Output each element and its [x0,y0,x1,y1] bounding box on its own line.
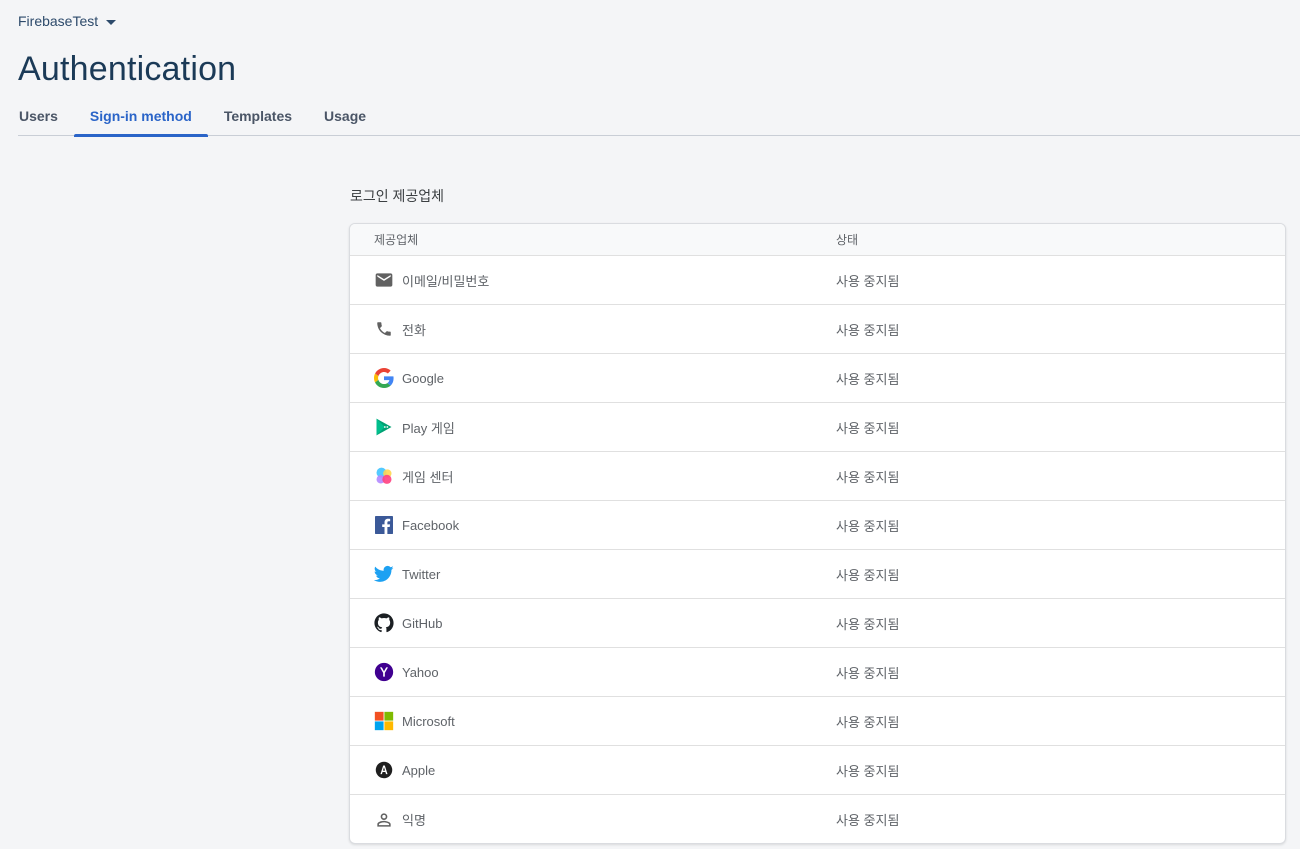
github-icon [374,613,394,633]
provider-name: 이메일/비밀번호 [402,273,490,289]
project-switcher[interactable]: FirebaseTest [18,13,117,29]
table-header: 제공업체 상태 [350,224,1285,256]
project-name: FirebaseTest [18,13,99,29]
provider-status: 사용 중지됨 [836,616,900,632]
email-icon [374,270,394,290]
tab-sign-in-method[interactable]: Sign-in method [73,100,208,137]
provider-row-facebook[interactable]: Facebook 사용 중지됨 [350,501,1285,550]
provider-row-apple[interactable]: Apple 사용 중지됨 [350,746,1285,795]
provider-status: 사용 중지됨 [836,322,900,338]
provider-name: GitHub [402,615,443,631]
tab-templates[interactable]: Templates [208,100,308,136]
provider-status: 사용 중지됨 [836,763,900,779]
provider-name: 익명 [402,813,426,828]
provider-status: 사용 중지됨 [836,714,900,730]
providers-table: 제공업체 상태 이메일/비밀번호 사용 중지됨 전화 사용 중지됨 Google… [349,223,1286,844]
provider-row-email[interactable]: 이메일/비밀번호 사용 중지됨 [350,256,1285,305]
provider-row-twitter[interactable]: Twitter 사용 중지됨 [350,550,1285,599]
tab-users[interactable]: Users [18,100,74,136]
provider-row-phone[interactable]: 전화 사용 중지됨 [350,305,1285,354]
chevron-down-icon [106,19,117,25]
apple-icon [374,760,394,780]
provider-status: 사용 중지됨 [836,273,900,289]
tab-usage[interactable]: Usage [308,100,382,136]
section-title: 로그인 제공업체 [350,188,445,204]
provider-name: Yahoo [402,664,439,680]
provider-status: 사용 중지됨 [836,420,900,436]
header-provider: 제공업체 [374,233,419,247]
provider-row-play-games[interactable]: Play 게임 사용 중지됨 [350,403,1285,452]
provider-name: Apple [402,762,436,778]
phone-icon [374,319,394,339]
provider-row-google[interactable]: Google 사용 중지됨 [350,354,1285,403]
provider-status: 사용 중지됨 [836,469,900,485]
page-title: Authentication [18,50,237,88]
yahoo-icon [374,662,394,682]
provider-status: 사용 중지됨 [836,665,900,681]
tab-bar: Users Sign-in method Templates Usage [18,100,1300,137]
provider-row-microsoft[interactable]: Microsoft 사용 중지됨 [350,697,1285,746]
provider-status: 사용 중지됨 [836,813,900,828]
microsoft-icon [374,711,394,731]
twitter-icon [374,564,394,584]
anonymous-icon [374,810,394,830]
provider-status: 사용 중지됨 [836,518,900,534]
provider-row-yahoo[interactable]: Yahoo 사용 중지됨 [350,648,1285,697]
header-status: 상태 [836,233,859,247]
provider-name: Microsoft [402,713,455,729]
provider-name: Play 게임 [402,420,455,436]
provider-status: 사용 중지됨 [836,567,900,583]
provider-name: 게임 센터 [402,469,454,485]
provider-row-anonymous[interactable]: 익명 사용 중지됨 [350,795,1285,843]
provider-name: 전화 [402,322,426,338]
provider-name: Facebook [402,517,460,533]
provider-status: 사용 중지됨 [836,371,900,387]
provider-name: Twitter [402,566,441,582]
game-center-icon [374,466,394,486]
facebook-icon [374,515,394,535]
google-icon [374,368,394,388]
provider-row-github[interactable]: GitHub 사용 중지됨 [350,599,1285,648]
provider-row-game-center[interactable]: 게임 센터 사용 중지됨 [350,452,1285,501]
provider-name: Google [402,370,444,386]
play-games-icon [374,417,394,437]
